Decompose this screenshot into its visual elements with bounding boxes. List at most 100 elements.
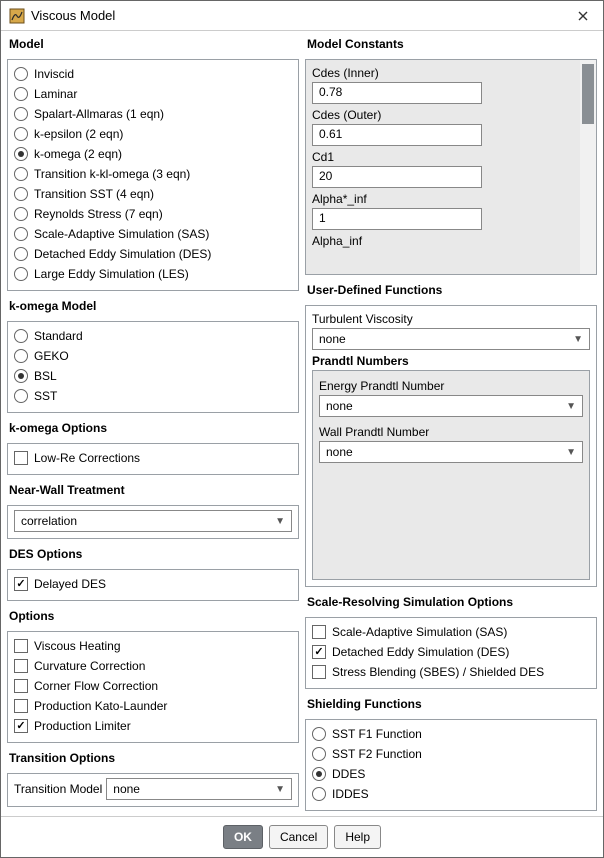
option-row[interactable]: Production Limiter	[14, 716, 292, 736]
near-wall-select[interactable]: correlation ▼	[14, 510, 292, 532]
scrollbar-thumb[interactable]	[582, 64, 594, 124]
komega-model-option[interactable]: SST	[14, 386, 292, 406]
model-radio[interactable]	[14, 267, 28, 281]
model-option[interactable]: Large Eddy Simulation (LES)	[14, 264, 292, 284]
shielding-option[interactable]: IDDES	[312, 784, 590, 804]
shielding-radio[interactable]	[312, 747, 326, 761]
model-constants-panel: Cdes (Inner)0.78Cdes (Outer)0.61Cd120Alp…	[305, 59, 597, 275]
prandtl-title: Prandtl Numbers	[312, 350, 590, 368]
komega-model-option[interactable]: BSL	[14, 366, 292, 386]
option-checkbox[interactable]	[14, 719, 28, 733]
turb-visc-select[interactable]: none ▼	[312, 328, 590, 350]
shielding-option[interactable]: SST F1 Function	[312, 724, 590, 744]
model-option[interactable]: k-omega (2 eqn)	[14, 144, 292, 164]
model-radio[interactable]	[14, 187, 28, 201]
model-radio[interactable]	[14, 127, 28, 141]
model-radio[interactable]	[14, 227, 28, 241]
model-radio[interactable]	[14, 67, 28, 81]
shielding-radio[interactable]	[312, 727, 326, 741]
komega-model-option[interactable]: Standard	[14, 326, 292, 346]
model-radio[interactable]	[14, 147, 28, 161]
srs-panel: Scale-Adaptive Simulation (SAS) Detached …	[305, 617, 597, 689]
cancel-button[interactable]: Cancel	[269, 825, 328, 849]
srs-option-row[interactable]: Scale-Adaptive Simulation (SAS)	[312, 622, 590, 642]
low-re-corrections-label: Low-Re Corrections	[34, 450, 140, 466]
shielding-option[interactable]: SST F2 Function	[312, 744, 590, 764]
delayed-des-label: Delayed DES	[34, 576, 106, 592]
option-checkbox[interactable]	[14, 699, 28, 713]
delayed-des-checkbox[interactable]	[14, 577, 28, 591]
srs-option-label: Scale-Adaptive Simulation (SAS)	[332, 624, 507, 640]
model-radio[interactable]	[14, 107, 28, 121]
srs-option-checkbox[interactable]	[312, 625, 326, 639]
srs-option-row[interactable]: Stress Blending (SBES) / Shielded DES	[312, 662, 590, 682]
option-checkbox[interactable]	[14, 679, 28, 693]
low-re-corrections-row[interactable]: Low-Re Corrections	[14, 448, 292, 468]
model-option[interactable]: Scale-Adaptive Simulation (SAS)	[14, 224, 292, 244]
model-option[interactable]: Transition k-kl-omega (3 eqn)	[14, 164, 292, 184]
shielding-panel: SST F1 Function SST F2 Function DDESIDDES	[305, 719, 597, 811]
model-option[interactable]: Reynolds Stress (7 eqn)	[14, 204, 292, 224]
model-label: k-omega (2 eqn)	[34, 146, 122, 162]
model-constant-input[interactable]: 1	[312, 208, 482, 230]
close-button[interactable]	[571, 4, 595, 28]
chevron-down-icon: ▼	[566, 401, 576, 412]
srs-option-checkbox[interactable]	[312, 645, 326, 659]
option-row[interactable]: Viscous Heating	[14, 636, 292, 656]
model-constants-scrollbar[interactable]	[580, 60, 596, 274]
energy-prandtl-value: none	[326, 399, 353, 413]
komega-model-radio[interactable]	[14, 329, 28, 343]
help-button[interactable]: Help	[334, 825, 381, 849]
option-row[interactable]: Curvature Correction	[14, 656, 292, 676]
option-checkbox[interactable]	[14, 659, 28, 673]
komega-model-radio[interactable]	[14, 389, 28, 403]
model-constant-label: Alpha*_inf	[312, 190, 574, 208]
model-option[interactable]: Spalart-Allmaras (1 eqn)	[14, 104, 292, 124]
shielding-label: SST F2 Function	[332, 746, 422, 762]
shielding-radio[interactable]	[312, 787, 326, 801]
srs-option-row[interactable]: Detached Eddy Simulation (DES)	[312, 642, 590, 662]
transition-model-value: none	[113, 782, 140, 796]
wall-prandtl-label: Wall Prandtl Number	[319, 423, 583, 441]
model-radio[interactable]	[14, 207, 28, 221]
model-option[interactable]: Inviscid	[14, 64, 292, 84]
transition-model-select[interactable]: none ▼	[106, 778, 292, 800]
srs-option-checkbox[interactable]	[312, 665, 326, 679]
komega-model-label: Standard	[34, 328, 83, 344]
model-radio[interactable]	[14, 87, 28, 101]
model-constant-input[interactable]: 0.61	[312, 124, 482, 146]
model-option[interactable]: k-epsilon (2 eqn)	[14, 124, 292, 144]
shielding-title: Shielding Functions	[305, 695, 597, 713]
komega-model-radio[interactable]	[14, 369, 28, 383]
model-constant-input[interactable]: 0.78	[312, 82, 482, 104]
komega-model-label: SST	[34, 388, 57, 404]
wall-prandtl-select[interactable]: none ▼	[319, 441, 583, 463]
komega-options-panel: Low-Re Corrections	[7, 443, 299, 475]
model-option[interactable]: Laminar	[14, 84, 292, 104]
model-radio[interactable]	[14, 167, 28, 181]
option-label: Production Limiter	[34, 718, 131, 734]
near-wall-title: Near-Wall Treatment	[7, 481, 299, 499]
energy-prandtl-select[interactable]: none ▼	[319, 395, 583, 417]
model-label: Laminar	[34, 86, 77, 102]
shielding-option[interactable]: DDES	[312, 764, 590, 784]
model-constant-label: Cdes (Inner)	[312, 64, 574, 82]
option-label: Production Kato-Launder	[34, 698, 167, 714]
model-radio[interactable]	[14, 247, 28, 261]
komega-model-option[interactable]: GEKO	[14, 346, 292, 366]
low-re-corrections-checkbox[interactable]	[14, 451, 28, 465]
delayed-des-row[interactable]: Delayed DES	[14, 574, 292, 594]
model-constant-input[interactable]: 20	[312, 166, 482, 188]
model-panel: InviscidLaminarSpalart-Allmaras (1 eqn)k…	[7, 59, 299, 291]
viscous-model-dialog: Viscous Model Model InviscidLaminarSpala…	[0, 0, 604, 858]
shielding-radio[interactable]	[312, 767, 326, 781]
options-panel: Viscous HeatingCurvature CorrectionCorne…	[7, 631, 299, 743]
option-row[interactable]: Corner Flow Correction	[14, 676, 292, 696]
option-checkbox[interactable]	[14, 639, 28, 653]
ok-button[interactable]: OK	[223, 825, 263, 849]
komega-model-radio[interactable]	[14, 349, 28, 363]
model-option[interactable]: Detached Eddy Simulation (DES)	[14, 244, 292, 264]
option-row[interactable]: Production Kato-Launder	[14, 696, 292, 716]
komega-model-label: BSL	[34, 368, 57, 384]
model-option[interactable]: Transition SST (4 eqn)	[14, 184, 292, 204]
